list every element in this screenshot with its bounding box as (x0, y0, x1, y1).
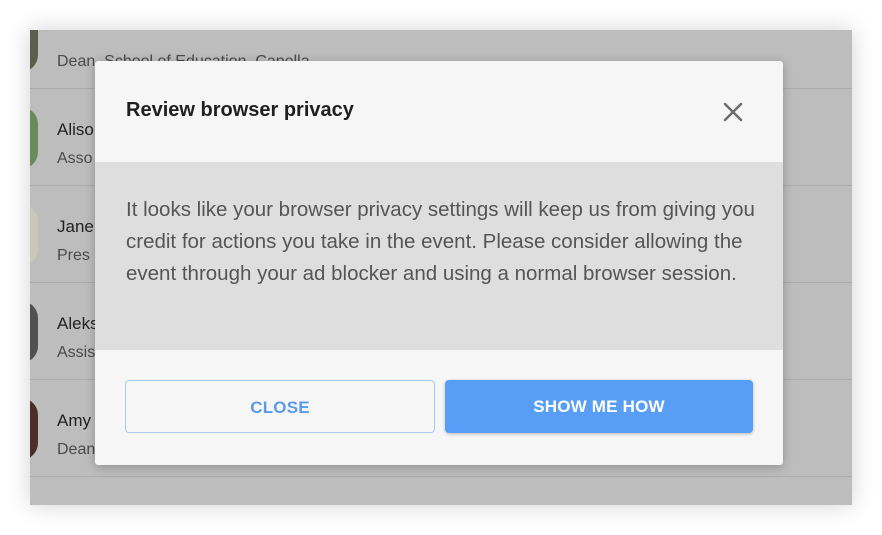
avatar (30, 107, 38, 169)
dialog-title: Review browser privacy (126, 99, 354, 121)
dialog-body: It looks like your browser privacy setti… (95, 162, 783, 350)
person-title: Asso (57, 150, 93, 167)
person-title: Pres (57, 247, 90, 264)
dialog-message: It looks like your browser privacy setti… (126, 198, 755, 285)
privacy-dialog: Review browser privacy It looks like you… (95, 61, 783, 465)
person-title: Dean (57, 441, 96, 458)
person-name: Aleks (57, 314, 99, 333)
dialog-footer: CLOSE SHOW ME HOW (95, 350, 783, 465)
person-name: Jane (57, 217, 94, 236)
close-button[interactable]: CLOSE (125, 380, 435, 433)
show-me-how-button[interactable]: SHOW ME HOW (445, 380, 753, 433)
avatar (30, 204, 38, 266)
avatar (30, 398, 38, 460)
avatar (30, 301, 38, 363)
avatar (30, 30, 38, 72)
dialog-header: Review browser privacy (95, 61, 783, 162)
person-name: Amy (57, 411, 91, 430)
person-name: Aliso (57, 120, 94, 139)
close-icon[interactable] (719, 98, 747, 126)
person-title: Assis (57, 344, 96, 361)
